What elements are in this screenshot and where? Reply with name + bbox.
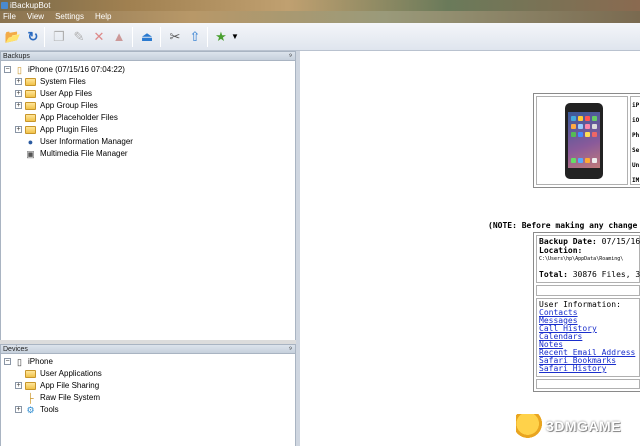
location-label: Location:: [539, 246, 583, 255]
toolbar-separator: [160, 27, 161, 47]
title-bar: iBackupBot: [0, 0, 640, 11]
app-icon: [1, 2, 8, 9]
menu-bar: File View Settings Help: [0, 11, 640, 23]
device-info-table: iP iO Ph Se Un IM: [533, 93, 640, 188]
folder-icon: [25, 114, 36, 122]
watermark-text: 3DMGAME: [546, 418, 622, 434]
user-icon: ●: [27, 137, 34, 147]
folder-icon: [25, 102, 36, 110]
expand-icon[interactable]: +: [15, 406, 22, 413]
devices-pane-title: Devices: [3, 346, 28, 353]
toolbar-separator: [132, 27, 133, 47]
multimedia-icon: ▣: [26, 149, 35, 159]
devices-pane-header: Devices ⁹: [0, 344, 296, 354]
empty-cell: [536, 285, 640, 296]
folder-icon: [25, 78, 36, 86]
collapse-icon[interactable]: −: [4, 358, 11, 365]
mascot-icon: [516, 414, 542, 438]
pin-icon[interactable]: ⁹: [289, 52, 292, 61]
folder-icon: [25, 370, 36, 378]
folder-icon: [25, 90, 36, 98]
dropdown-icon[interactable]: ▼: [230, 28, 240, 46]
folder-icon: [25, 382, 36, 390]
expand-icon[interactable]: +: [15, 126, 22, 133]
empty-cell: [536, 379, 640, 389]
info-label: iP: [632, 102, 640, 109]
tools-icon[interactable]: ✂: [166, 28, 184, 46]
menu-file[interactable]: File: [3, 11, 16, 23]
backup-date-value: 07/15/16: [601, 237, 640, 246]
eject-icon[interactable]: ⏏: [138, 28, 156, 46]
devices-tree: − ▯ iPhone User Applications + App File …: [0, 354, 296, 446]
backup-info-table: Backup Date: 07/15/16 Location: C:\Users…: [533, 232, 640, 392]
expand-icon[interactable]: +: [15, 78, 22, 85]
toolbar: 📂 ↻ ❐ ✎ ✕ ▲ ⏏ ✂ ⇧ ★ ▼: [0, 23, 640, 51]
info-label: Un: [632, 162, 640, 169]
watermark-logo: 3DMGAME: [514, 412, 634, 442]
star-icon[interactable]: ★: [212, 28, 230, 46]
menu-view[interactable]: View: [27, 11, 44, 23]
device-info-cell: iP iO Ph Se Un IM: [630, 96, 640, 185]
delete-icon[interactable]: ✕: [90, 28, 108, 46]
folder-icon: [25, 126, 36, 134]
info-label: IM: [632, 177, 640, 184]
tools-gear-icon: ⚙: [26, 405, 35, 415]
pin-icon[interactable]: ⁹: [289, 345, 292, 354]
iphone-image: [565, 103, 603, 179]
main-content: iP iO Ph Se Un IM (NOTE: Before making a…: [300, 51, 640, 446]
total-value: 30876 Files, 3.4: [572, 270, 640, 279]
total-label: Total:: [539, 270, 568, 279]
menu-settings[interactable]: Settings: [55, 11, 84, 23]
copy-icon[interactable]: ❐: [50, 28, 68, 46]
collapse-icon[interactable]: −: [4, 66, 11, 73]
info-label: iO: [632, 117, 640, 124]
backup-summary-cell: Backup Date: 07/15/16 Location: C:\Users…: [536, 235, 640, 283]
window-title: iBackupBot: [10, 1, 51, 10]
backups-tree: − ▯ iPhone (07/15/16 07:04:22) + System …: [0, 61, 296, 340]
expand-icon[interactable]: +: [15, 102, 22, 109]
eraser-icon[interactable]: ▲: [110, 28, 128, 46]
backup-db-icon: ▯: [17, 65, 22, 75]
toolbar-separator: [44, 27, 45, 47]
backups-pane-title: Backups: [3, 53, 30, 60]
note-text: (NOTE: Before making any change: [488, 221, 638, 230]
info-label: Ph: [632, 132, 640, 139]
info-label: Se: [632, 147, 640, 154]
open-folder-icon[interactable]: 📂: [4, 28, 22, 46]
backups-pane-header: Backups ⁹: [0, 51, 296, 61]
file-system-icon: ├: [27, 393, 34, 403]
backup-date-label: Backup Date:: [539, 237, 597, 246]
phone-icon: ▯: [17, 357, 22, 367]
expand-icon[interactable]: +: [15, 382, 22, 389]
link-safari-history[interactable]: Safari History: [539, 364, 606, 373]
user-information-cell: User Information: Contacts Messages Call…: [536, 298, 640, 377]
device-image-cell: [536, 96, 628, 185]
toolbar-separator: [207, 27, 208, 47]
menu-help[interactable]: Help: [95, 11, 111, 23]
refresh-icon[interactable]: ↻: [24, 28, 42, 46]
clean-icon[interactable]: ✎: [70, 28, 88, 46]
location-path: C:\Users\hp\AppData\Roaming\: [539, 256, 624, 262]
expand-icon[interactable]: +: [15, 90, 22, 97]
upload-icon[interactable]: ⇧: [186, 28, 204, 46]
